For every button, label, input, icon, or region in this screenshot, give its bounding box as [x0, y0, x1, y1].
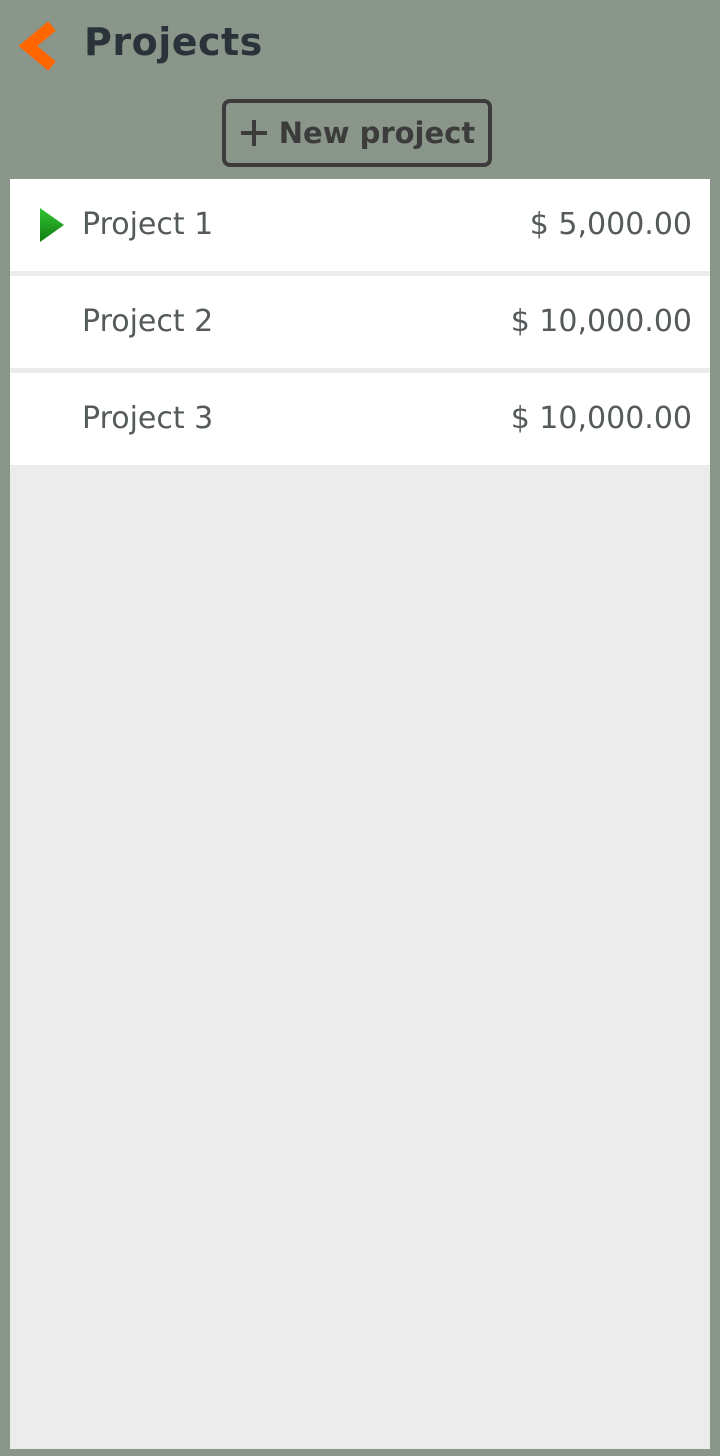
project-name: Project 3	[82, 401, 214, 436]
project-amount: $ 10,000.00	[510, 401, 692, 436]
project-list: Project 1 $ 5,000.00 Project 2 $ 10,000.…	[10, 179, 710, 1449]
back-button[interactable]	[14, 18, 64, 74]
play-icon	[40, 208, 64, 242]
project-amount: $ 5,000.00	[529, 207, 692, 242]
new-project-button[interactable]: New project	[222, 99, 492, 167]
chevron-left-icon	[18, 21, 56, 71]
project-name: Project 2	[82, 304, 214, 339]
page-title: Projects	[84, 20, 263, 64]
plus-icon	[240, 120, 267, 146]
project-row[interactable]: Project 3 $ 10,000.00	[10, 373, 710, 465]
project-amount: $ 10,000.00	[510, 304, 692, 339]
project-row[interactable]: Project 1 $ 5,000.00	[10, 179, 710, 271]
project-row[interactable]: Project 2 $ 10,000.00	[10, 276, 710, 368]
app-header: Projects	[0, 0, 720, 90]
project-name: Project 1	[82, 207, 214, 242]
new-project-label: New project	[278, 116, 476, 150]
